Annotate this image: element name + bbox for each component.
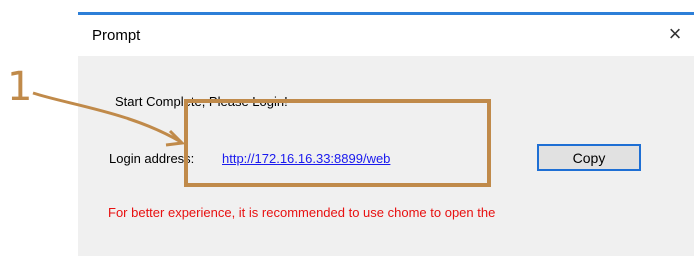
callout-number: 1 [7,64,33,110]
copy-button[interactable]: Copy [537,144,641,171]
start-message: Start Complete, Please Login! [115,94,288,109]
close-icon[interactable]: × [660,19,690,49]
browser-warning: For better experience, it is recommended… [108,205,496,220]
dialog-titlebar: Prompt × [78,15,694,56]
dialog-title: Prompt [92,27,141,44]
login-address-link[interactable]: http://172.16.16.33:8899/web [222,151,390,166]
prompt-dialog: Prompt × Start Complete, Please Login! L… [78,12,694,256]
screenshot-canvas: Prompt × Start Complete, Please Login! L… [0,0,694,256]
login-address-label: Login address: [109,151,195,166]
